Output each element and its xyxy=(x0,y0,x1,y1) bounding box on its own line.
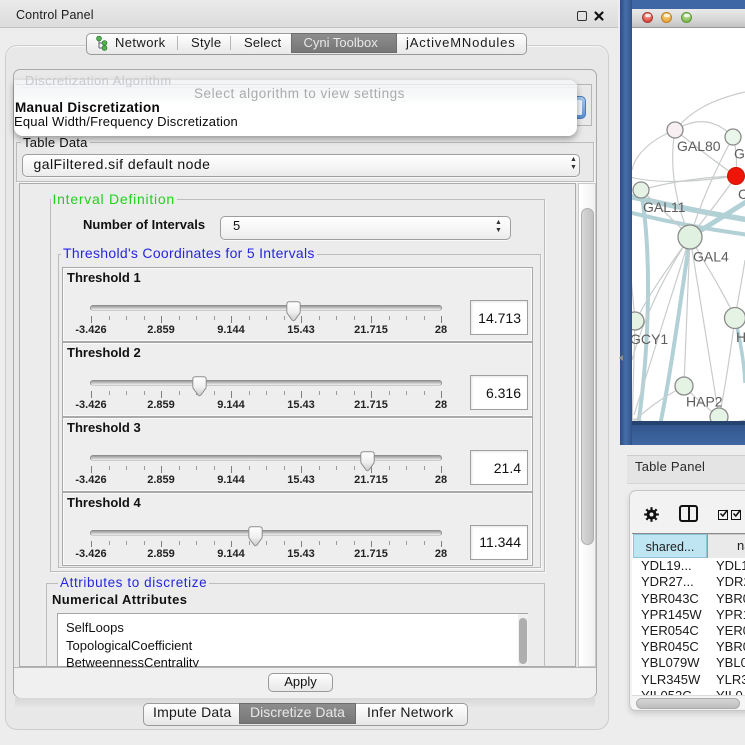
svg-text:GAL80: GAL80 xyxy=(677,138,721,154)
svg-text:C: C xyxy=(738,186,745,202)
svg-text:GAL4: GAL4 xyxy=(693,249,729,265)
svg-text:H: H xyxy=(736,329,745,345)
svg-text:GCY1: GCY1 xyxy=(632,331,668,347)
svg-text:GAL11: GAL11 xyxy=(643,199,686,215)
svg-text:GA: GA xyxy=(734,146,745,162)
svg-text:HAP2: HAP2 xyxy=(686,394,723,410)
